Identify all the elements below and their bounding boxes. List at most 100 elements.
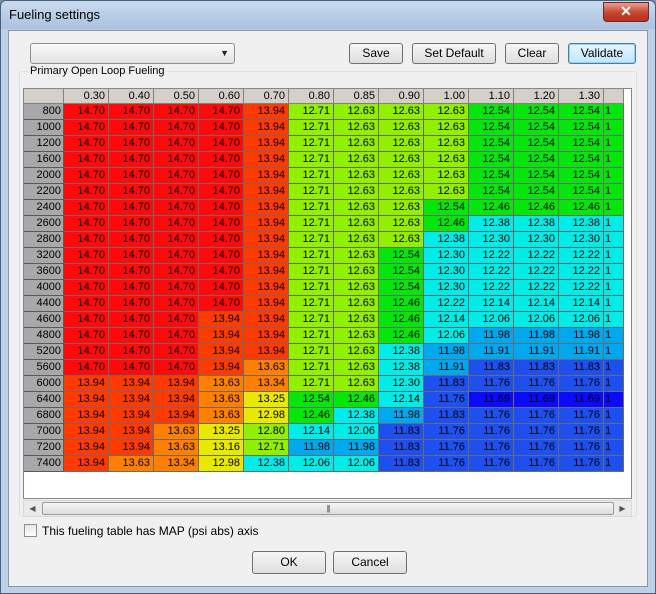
table-cell[interactable]: 13.63 xyxy=(199,392,244,408)
table-cell[interactable]: 14.70 xyxy=(199,232,244,248)
table-cell[interactable]: 12.14 xyxy=(289,424,334,440)
table-cell[interactable]: 14.70 xyxy=(154,312,199,328)
table-cell[interactable]: 12.54 xyxy=(559,168,604,184)
table-cell[interactable]: 14.70 xyxy=(64,328,109,344)
table-cell[interactable]: 14.70 xyxy=(154,120,199,136)
table-cell[interactable]: 12.54 xyxy=(514,120,559,136)
table-cell-partial[interactable]: 1 xyxy=(604,232,624,248)
ok-button[interactable]: OK xyxy=(252,551,326,574)
table-cell[interactable]: 13.34 xyxy=(244,376,289,392)
table-cell[interactable]: 12.98 xyxy=(244,408,289,424)
table-cell[interactable]: 12.38 xyxy=(424,232,469,248)
table-cell[interactable]: 14.70 xyxy=(199,120,244,136)
table-cell[interactable]: 11.69 xyxy=(559,392,604,408)
table-cell[interactable]: 11.83 xyxy=(424,376,469,392)
table-cell[interactable]: 12.38 xyxy=(379,360,424,376)
table-cell[interactable]: 13.94 xyxy=(109,424,154,440)
table-cell[interactable]: 14.70 xyxy=(154,136,199,152)
table-cell[interactable]: 13.94 xyxy=(199,360,244,376)
table-cell[interactable]: 13.94 xyxy=(244,264,289,280)
table-cell[interactable]: 12.71 xyxy=(289,312,334,328)
table-cell-partial[interactable]: 1 xyxy=(604,152,624,168)
table-cell[interactable]: 11.76 xyxy=(559,424,604,440)
table-cell[interactable]: 13.94 xyxy=(244,104,289,120)
table-cell[interactable]: 12.06 xyxy=(514,312,559,328)
table-cell[interactable]: 14.70 xyxy=(64,120,109,136)
table-cell[interactable]: 12.63 xyxy=(334,312,379,328)
table-cell[interactable]: 14.70 xyxy=(154,328,199,344)
table-cell[interactable]: 12.71 xyxy=(289,184,334,200)
table-cell[interactable]: 14.70 xyxy=(154,248,199,264)
table-cell[interactable]: 14.70 xyxy=(109,248,154,264)
table-cell[interactable]: 12.54 xyxy=(559,136,604,152)
table-cell[interactable]: 13.94 xyxy=(109,408,154,424)
table-cell[interactable]: 11.98 xyxy=(559,328,604,344)
table-cell[interactable]: 12.38 xyxy=(559,216,604,232)
table-cell[interactable]: 13.94 xyxy=(64,376,109,392)
table-cell[interactable]: 14.70 xyxy=(154,200,199,216)
table-cell[interactable]: 12.30 xyxy=(424,264,469,280)
table-cell[interactable]: 12.22 xyxy=(559,280,604,296)
table-cell[interactable]: 12.06 xyxy=(289,456,334,472)
table-cell-partial[interactable]: 1 xyxy=(604,424,624,440)
table-cell[interactable]: 14.70 xyxy=(154,216,199,232)
table-cell[interactable]: 12.63 xyxy=(334,344,379,360)
table-cell-partial[interactable]: 1 xyxy=(604,344,624,360)
table-cell[interactable]: 12.71 xyxy=(289,280,334,296)
table-cell[interactable]: 14.70 xyxy=(109,152,154,168)
table-cell[interactable]: 11.83 xyxy=(424,408,469,424)
table-cell[interactable]: 14.70 xyxy=(64,360,109,376)
table-cell[interactable]: 11.76 xyxy=(514,456,559,472)
table-cell[interactable]: 11.83 xyxy=(559,360,604,376)
table-cell[interactable]: 12.22 xyxy=(559,264,604,280)
table-cell[interactable]: 11.76 xyxy=(469,424,514,440)
table-cell[interactable]: 14.70 xyxy=(64,344,109,360)
table-cell[interactable]: 11.76 xyxy=(514,440,559,456)
table-cell[interactable]: 12.54 xyxy=(379,280,424,296)
table-cell[interactable]: 11.76 xyxy=(469,456,514,472)
table-cell[interactable]: 12.54 xyxy=(559,120,604,136)
table-cell[interactable]: 13.94 xyxy=(64,456,109,472)
table-cell[interactable]: 12.54 xyxy=(469,120,514,136)
table-cell[interactable]: 12.63 xyxy=(424,168,469,184)
table-cell[interactable]: 11.76 xyxy=(424,392,469,408)
table-cell[interactable]: 12.14 xyxy=(424,312,469,328)
table-cell[interactable]: 13.94 xyxy=(199,312,244,328)
table-cell[interactable]: 12.71 xyxy=(289,152,334,168)
table-cell[interactable]: 12.71 xyxy=(289,104,334,120)
table-cell[interactable]: 12.63 xyxy=(424,120,469,136)
table-cell[interactable]: 13.94 xyxy=(64,408,109,424)
table-cell[interactable]: 14.70 xyxy=(199,296,244,312)
table-cell[interactable]: 12.30 xyxy=(469,232,514,248)
table-cell[interactable]: 12.46 xyxy=(514,200,559,216)
table-cell[interactable]: 14.70 xyxy=(109,280,154,296)
table-cell[interactable]: 12.63 xyxy=(334,216,379,232)
table-cell[interactable]: 12.54 xyxy=(514,152,559,168)
table-cell-partial[interactable]: 1 xyxy=(604,328,624,344)
table-cell[interactable]: 13.94 xyxy=(64,440,109,456)
table-cell[interactable]: 11.83 xyxy=(379,440,424,456)
close-button[interactable]: ✕ xyxy=(603,2,649,22)
table-cell[interactable]: 12.46 xyxy=(289,408,334,424)
table-cell[interactable]: 11.83 xyxy=(379,424,424,440)
table-cell[interactable]: 12.63 xyxy=(334,232,379,248)
table-cell[interactable]: 12.63 xyxy=(424,184,469,200)
table-cell[interactable]: 11.98 xyxy=(289,440,334,456)
table-cell[interactable]: 12.38 xyxy=(379,344,424,360)
table-cell[interactable]: 12.14 xyxy=(469,296,514,312)
table-cell[interactable]: 12.22 xyxy=(469,264,514,280)
table-cell-partial[interactable]: 1 xyxy=(604,136,624,152)
table-cell[interactable]: 11.76 xyxy=(514,424,559,440)
map-axis-checkbox[interactable] xyxy=(24,524,37,537)
table-cell[interactable]: 12.46 xyxy=(334,392,379,408)
table-cell[interactable]: 14.70 xyxy=(154,296,199,312)
table-cell[interactable]: 12.06 xyxy=(559,312,604,328)
table-cell[interactable]: 12.80 xyxy=(244,424,289,440)
table-cell[interactable]: 12.14 xyxy=(559,296,604,312)
table-cell[interactable]: 13.94 xyxy=(109,392,154,408)
table-cell[interactable]: 12.63 xyxy=(334,264,379,280)
table-cell[interactable]: 14.70 xyxy=(154,264,199,280)
table-cell[interactable]: 12.46 xyxy=(379,296,424,312)
table-cell[interactable]: 12.14 xyxy=(514,296,559,312)
table-cell[interactable]: 11.91 xyxy=(559,344,604,360)
